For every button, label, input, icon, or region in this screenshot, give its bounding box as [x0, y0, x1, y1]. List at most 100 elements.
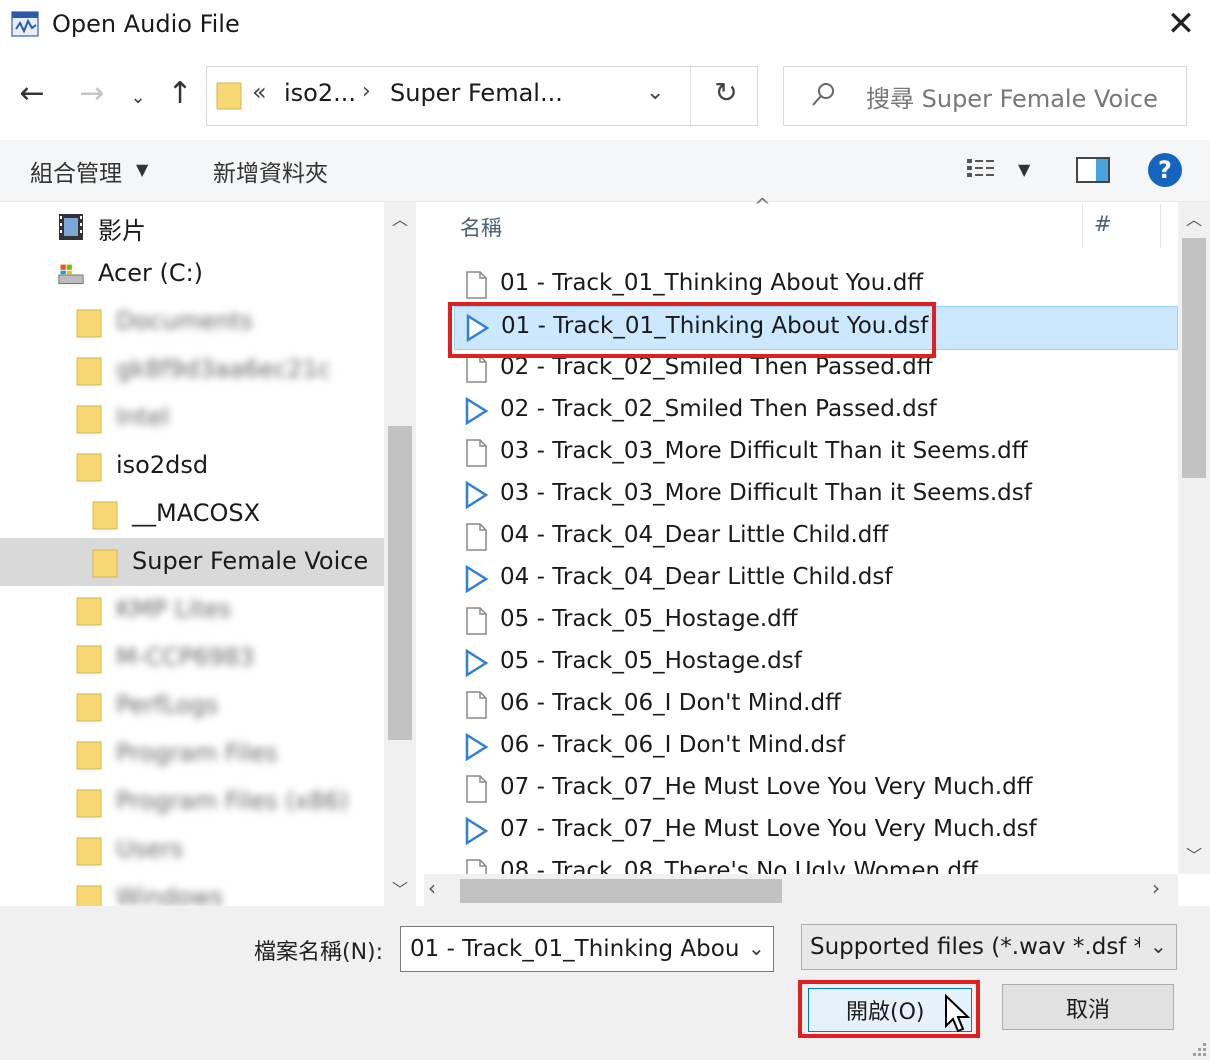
breadcrumb-separator[interactable]: ›: [362, 79, 371, 104]
file-row[interactable]: 06 - Track_06_I Don't Mind.dff: [454, 684, 1176, 726]
caret-down-icon[interactable]: ▼: [1018, 160, 1030, 179]
file-row[interactable]: 03 - Track_03_More Difficult Than it See…: [454, 432, 1176, 474]
caret-down-icon[interactable]: ▼: [136, 160, 148, 179]
file-row[interactable]: 04 - Track_04_Dear Little Child.dsf: [454, 558, 1176, 600]
breadcrumb-overflow[interactable]: «: [252, 78, 267, 106]
sidebar-item[interactable]: KMP Lites: [0, 586, 384, 634]
file-row[interactable]: 01 - Track_01_Thinking About You.dff: [454, 264, 1176, 306]
document-icon: [466, 355, 487, 383]
search-icon: [812, 83, 834, 106]
sidebar-item[interactable]: M-CCP6983: [0, 634, 384, 682]
document-icon: [466, 775, 487, 803]
breadcrumb-item[interactable]: Super Femal...: [390, 79, 563, 107]
organize-button[interactable]: 組合管理: [30, 154, 122, 188]
app-icon: [11, 11, 39, 37]
resize-grip-icon[interactable]: [1188, 1038, 1208, 1058]
folder-icon: [76, 789, 102, 818]
file-row[interactable]: 03 - Track_03_More Difficult Than it See…: [454, 474, 1176, 516]
new-folder-button[interactable]: 新增資料夾: [213, 154, 328, 188]
play-file-icon: [465, 480, 489, 510]
up-button[interactable]: ↑: [160, 74, 200, 118]
divider: [690, 67, 691, 125]
file-name: 04 - Track_04_Dear Little Child.dff: [500, 522, 889, 548]
sidebar-item[interactable]: Intel: [0, 394, 384, 442]
nav-scrollbar-thumb[interactable]: [388, 426, 412, 740]
column-divider[interactable]: [1082, 204, 1083, 248]
column-header-number[interactable]: #: [1094, 212, 1112, 236]
file-horizontal-scrollbar-thumb[interactable]: [460, 879, 782, 903]
scroll-right-icon[interactable]: ›: [1152, 876, 1160, 900]
chevron-down-icon[interactable]: ⌄: [1150, 934, 1167, 958]
file-row[interactable]: 05 - Track_05_Hostage.dsf: [454, 642, 1176, 684]
column-header-name[interactable]: 名稱: [460, 212, 502, 242]
back-button[interactable]: ←: [12, 74, 52, 118]
address-dropdown-button[interactable]: ⌄: [646, 80, 664, 105]
file-row[interactable]: 07 - Track_07_He Must Love You Very Much…: [454, 810, 1176, 852]
drive-icon: [58, 264, 84, 285]
file-name: 02 - Track_02_Smiled Then Passed.dsf: [500, 396, 937, 422]
play-file-icon: [465, 564, 489, 594]
file-vertical-scrollbar-thumb[interactable]: [1182, 238, 1206, 478]
scroll-up-icon[interactable]: ︿: [1182, 206, 1206, 230]
folder-icon: [76, 453, 102, 482]
play-file-icon: [465, 732, 489, 762]
document-icon: [466, 607, 487, 635]
sidebar-item-label: 影片: [98, 217, 146, 245]
preview-pane-icon[interactable]: [1076, 156, 1110, 184]
sidebar-item[interactable]: Users: [0, 826, 384, 874]
filename-value[interactable]: 01 - Track_01_Thinking About You.dsf: [410, 936, 740, 962]
file-row[interactable]: 05 - Track_05_Hostage.dff: [454, 600, 1176, 642]
filename-label: 檔案名稱(N):: [254, 940, 384, 965]
sidebar-item[interactable]: Program Files (x86): [0, 778, 384, 826]
sidebar-item[interactable]: __MACOSX: [0, 490, 384, 538]
close-button[interactable]: ✕: [1160, 4, 1202, 46]
scroll-left-icon[interactable]: ‹: [428, 876, 436, 900]
mouse-cursor-icon: [945, 994, 971, 1033]
sidebar-item[interactable]: gk8f9d3aa6ec21c: [0, 346, 384, 394]
forward-button[interactable]: →: [72, 74, 112, 118]
search-input[interactable]: 搜尋 Super Female Voice: [866, 79, 1158, 114]
refresh-button[interactable]: ↻: [706, 76, 746, 109]
folder-icon: [76, 837, 102, 866]
details-view-icon[interactable]: [965, 155, 1001, 185]
document-icon: [466, 691, 487, 719]
window-title: Open Audio File: [52, 10, 240, 38]
play-file-icon: [465, 816, 489, 846]
sidebar-item[interactable]: 影片: [0, 202, 384, 250]
document-icon: [466, 523, 487, 551]
file-row[interactable]: 06 - Track_06_I Don't Mind.dsf: [454, 726, 1176, 768]
document-icon: [466, 439, 487, 467]
selection-highlight-box: [448, 302, 936, 358]
scroll-up-icon[interactable]: ︿: [388, 206, 412, 232]
sidebar-item[interactable]: Program Files: [0, 730, 384, 778]
sidebar-item[interactable]: Acer (C:): [0, 250, 384, 298]
file-name: 03 - Track_03_More Difficult Than it See…: [500, 480, 1032, 506]
breadcrumb-item[interactable]: iso2...: [284, 79, 356, 107]
sidebar-item[interactable]: iso2dsd: [0, 442, 384, 490]
scroll-down-icon[interactable]: ﹀: [1182, 842, 1206, 866]
file-row[interactable]: 08 - Track_08_There's No Ugly Women.dff: [454, 852, 1176, 874]
sidebar-item-label: Program Files (x86): [116, 787, 349, 815]
file-row[interactable]: 02 - Track_02_Smiled Then Passed.dsf: [454, 390, 1176, 432]
scroll-down-icon[interactable]: ﹀: [388, 876, 412, 902]
file-row[interactable]: 04 - Track_04_Dear Little Child.dff: [454, 516, 1176, 558]
file-name: 04 - Track_04_Dear Little Child.dsf: [500, 564, 893, 590]
sidebar-item[interactable]: PerfLogs: [0, 682, 384, 730]
folder-icon: [76, 693, 102, 722]
help-icon[interactable]: ?: [1148, 153, 1182, 187]
sidebar-item-label: Documents: [116, 307, 253, 335]
recent-locations-button[interactable]: ⌄: [124, 78, 152, 122]
chevron-down-icon[interactable]: ⌄: [748, 936, 765, 960]
sidebar-item[interactable]: Super Female Voice: [0, 538, 384, 586]
sidebar-item-label: gk8f9d3aa6ec21c: [116, 355, 332, 383]
column-divider[interactable]: [1160, 204, 1161, 248]
folder-icon: [76, 645, 102, 674]
file-row[interactable]: 07 - Track_07_He Must Love You Very Much…: [454, 768, 1176, 810]
sort-ascending-icon: ^: [754, 194, 771, 218]
sidebar-item-label: Program Files: [116, 739, 278, 767]
folder-icon: [76, 405, 102, 434]
sidebar-item[interactable]: Documents: [0, 298, 384, 346]
cancel-button-label[interactable]: 取消: [1066, 992, 1110, 1024]
sidebar-item-label: iso2dsd: [116, 451, 209, 479]
filetype-value[interactable]: Supported files (*.wav *.dsf *.dff): [810, 934, 1140, 960]
